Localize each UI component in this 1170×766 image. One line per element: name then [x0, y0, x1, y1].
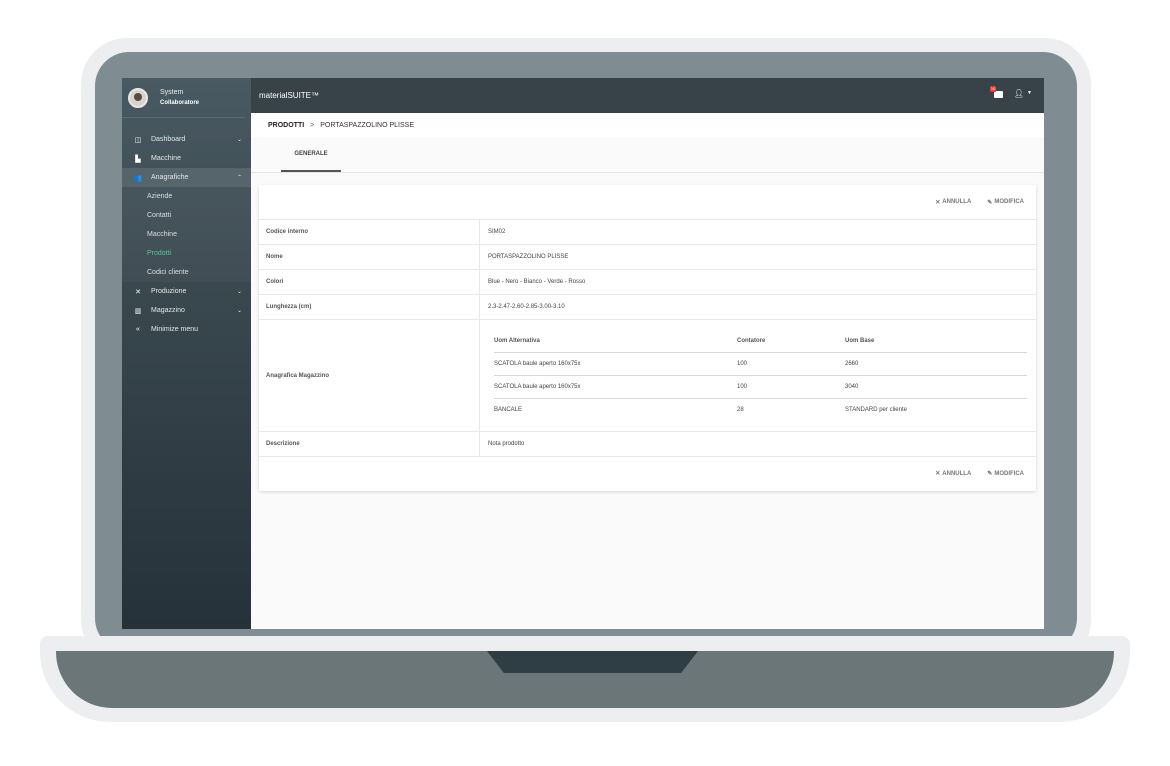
sidebar-item-label: Anagrafiche: [151, 174, 189, 181]
notifications-icon[interactable]: 10: [989, 86, 1004, 98]
user-profile[interactable]: System Collaboratore: [122, 78, 245, 118]
user-role: Collaboratore: [160, 99, 200, 106]
dashboard-icon: ◫: [134, 136, 142, 144]
cancel-label: ANNULLA: [942, 199, 972, 205]
notification-badge: 10: [989, 86, 997, 92]
cancel-button[interactable]: ✕ ANNULLA: [935, 470, 972, 478]
factory-icon: ▙: [135, 155, 141, 163]
sidebar-item-label: Dashboard: [151, 136, 186, 143]
sidebar-subitem-aziende[interactable]: Aziende: [122, 187, 251, 206]
sidebar-nav: ◫ Dashboard ⌄ ▙ Macchine 👥 Anagrafiche ⌃…: [122, 130, 251, 339]
field-label: Lunghezza (cm): [259, 295, 480, 319]
tools-icon: ✕: [135, 288, 141, 296]
cancel-button[interactable]: ✕ ANNULLA: [935, 199, 971, 206]
user-menu-icon[interactable]: 👤︎ ▼: [1014, 89, 1032, 98]
sidebar-item-magazzino[interactable]: ▥ Magazzino ⌄: [122, 301, 251, 320]
field-row-anagrafica-magazzino: Anagrafica Magazzino Uom Alternativa Con…: [259, 319, 1036, 431]
field-value: SIM02: [488, 229, 506, 235]
top-bar: materialSUITE™ 10 👤︎ ▼: [251, 78, 1044, 113]
sidebar-item-label: Magazzino: [151, 307, 185, 314]
field-label: Nome: [259, 245, 480, 269]
table-row: SCATOLA baule aperto 160x75x 100 3040: [494, 375, 1027, 399]
tab-bar: GENERALE: [251, 137, 1044, 173]
field-value: 2.3-2.47-2.60-2.85-3.00-3.10: [488, 304, 565, 310]
sidebar-subitem-contatti[interactable]: Contatti: [122, 206, 251, 225]
table-cell: SCATOLA baule aperto 160x75x: [494, 375, 737, 399]
sidebar-item-produzione[interactable]: ✕ Produzione ⌄: [122, 282, 251, 301]
table-row: BANCALE 28 STANDARD per cliente: [494, 398, 1027, 421]
chevron-up-icon: ⌃: [236, 175, 242, 181]
chevron-down-icon: ⌄: [236, 308, 242, 314]
pencil-icon: ✎: [987, 471, 993, 477]
sidebar: System Collaboratore ◫ Dashboard ⌄ ▙ Mac…: [122, 78, 251, 629]
table-cell: 2660: [845, 352, 1027, 376]
warehouse-icon: ▥: [134, 307, 142, 315]
user-name: System: [160, 88, 184, 96]
cancel-label: ANNULLA: [942, 470, 972, 477]
field-value: Nota prodotto: [488, 441, 525, 447]
edit-label: MODIFICA: [994, 199, 1024, 205]
sidebar-item-anagrafiche[interactable]: 👥 Anagrafiche ⌃: [122, 168, 251, 187]
close-icon: ✕: [935, 199, 941, 206]
field-row-nome: Nome PORTASPAZZOLINO PLISSE: [259, 244, 1036, 269]
sidebar-item-macchine[interactable]: ▙ Macchine: [122, 149, 251, 168]
sidebar-subitem-macchine[interactable]: Macchine: [122, 225, 251, 244]
breadcrumb-root[interactable]: PRODOTTI: [268, 122, 304, 129]
field-label: Descrizione: [259, 432, 480, 456]
sidebar-item-label: Macchine: [151, 155, 181, 162]
sidebar-item-dashboard[interactable]: ◫ Dashboard ⌄: [122, 130, 251, 149]
field-label: Colori: [259, 270, 480, 294]
people-icon: 👥: [133, 174, 143, 182]
table-row: SCATOLA baule aperto 160x75x 100 2660: [494, 352, 1027, 376]
column-header: Uom Base: [845, 330, 1027, 353]
app-screen: System Collaboratore ◫ Dashboard ⌄ ▙ Mac…: [122, 78, 1044, 629]
app-title: materialSUITE™: [259, 91, 320, 100]
double-chevron-left-icon: «: [136, 326, 140, 333]
sidebar-item-label: Produzione: [151, 288, 187, 295]
breadcrumb: PRODOTTI > PORTASPAZZOLINO PLISSE: [251, 113, 1044, 137]
chevron-down-icon: ⌄: [236, 137, 242, 143]
table-cell: SCATOLA baule aperto 160x75x: [494, 352, 737, 376]
avatar: [128, 87, 148, 108]
table-cell: 28: [737, 406, 744, 413]
table-cell: 100: [737, 375, 845, 399]
breadcrumb-current: PORTASPAZZOLINO PLISSE: [320, 121, 415, 129]
card-actions-bottom: ✕ ANNULLA ✎ MODIFICA: [259, 456, 1036, 490]
table-cell: BANCALE: [494, 406, 523, 413]
column-header: Contatore: [737, 330, 845, 353]
tab-generale[interactable]: GENERALE: [281, 137, 341, 172]
field-label: Anagrafica Magazzino: [259, 320, 480, 431]
sidebar-subitem-codici-cliente[interactable]: Codici cliente: [122, 263, 251, 282]
magazzino-table: Uom Alternativa Contatore Uom Base SCATO…: [494, 330, 1027, 421]
edit-button[interactable]: ✎ MODIFICA: [987, 470, 1024, 478]
caret-down-icon: ▼: [1027, 90, 1032, 96]
field-value: Blue - Nero - Bianco - Verde - Rosso: [488, 279, 586, 285]
field-row-lunghezza: Lunghezza (cm) 2.3-2.47-2.60-2.85-3.00-3…: [259, 294, 1036, 319]
chevron-down-icon: ⌄: [236, 289, 242, 295]
card-actions-top: ✕ ANNULLA ✎ MODIFICA: [259, 185, 1036, 219]
table-cell: STANDARD per cliente: [845, 406, 907, 413]
field-row-colori: Colori Blue - Nero - Bianco - Verde - Ro…: [259, 269, 1036, 294]
field-row-codice-interno: Codice interno SIM02: [259, 219, 1036, 244]
breadcrumb-separator: >: [310, 121, 315, 129]
pencil-icon: ✎: [987, 199, 993, 206]
edit-button[interactable]: ✎ MODIFICA: [987, 199, 1024, 206]
field-value: PORTASPAZZOLINO PLISSE: [488, 254, 569, 260]
table-cell: 3040: [845, 375, 1027, 399]
close-icon: ✕: [935, 471, 941, 477]
field-row-descrizione: Descrizione Nota prodotto: [259, 431, 1036, 456]
sidebar-item-label: Minimize menu: [151, 326, 199, 333]
sidebar-subitem-prodotti[interactable]: Prodotti: [122, 244, 251, 263]
column-header: Uom Alternativa: [494, 330, 737, 353]
field-label: Codice interno: [259, 220, 480, 244]
edit-label: MODIFICA: [994, 470, 1024, 477]
laptop-notch: [487, 651, 698, 673]
table-cell: 100: [737, 352, 845, 376]
sidebar-item-minimize-menu[interactable]: « Minimize menu: [122, 320, 251, 339]
product-detail-card: ✕ ANNULLA ✎ MODIFICA Codice interno SIM0…: [259, 185, 1036, 491]
